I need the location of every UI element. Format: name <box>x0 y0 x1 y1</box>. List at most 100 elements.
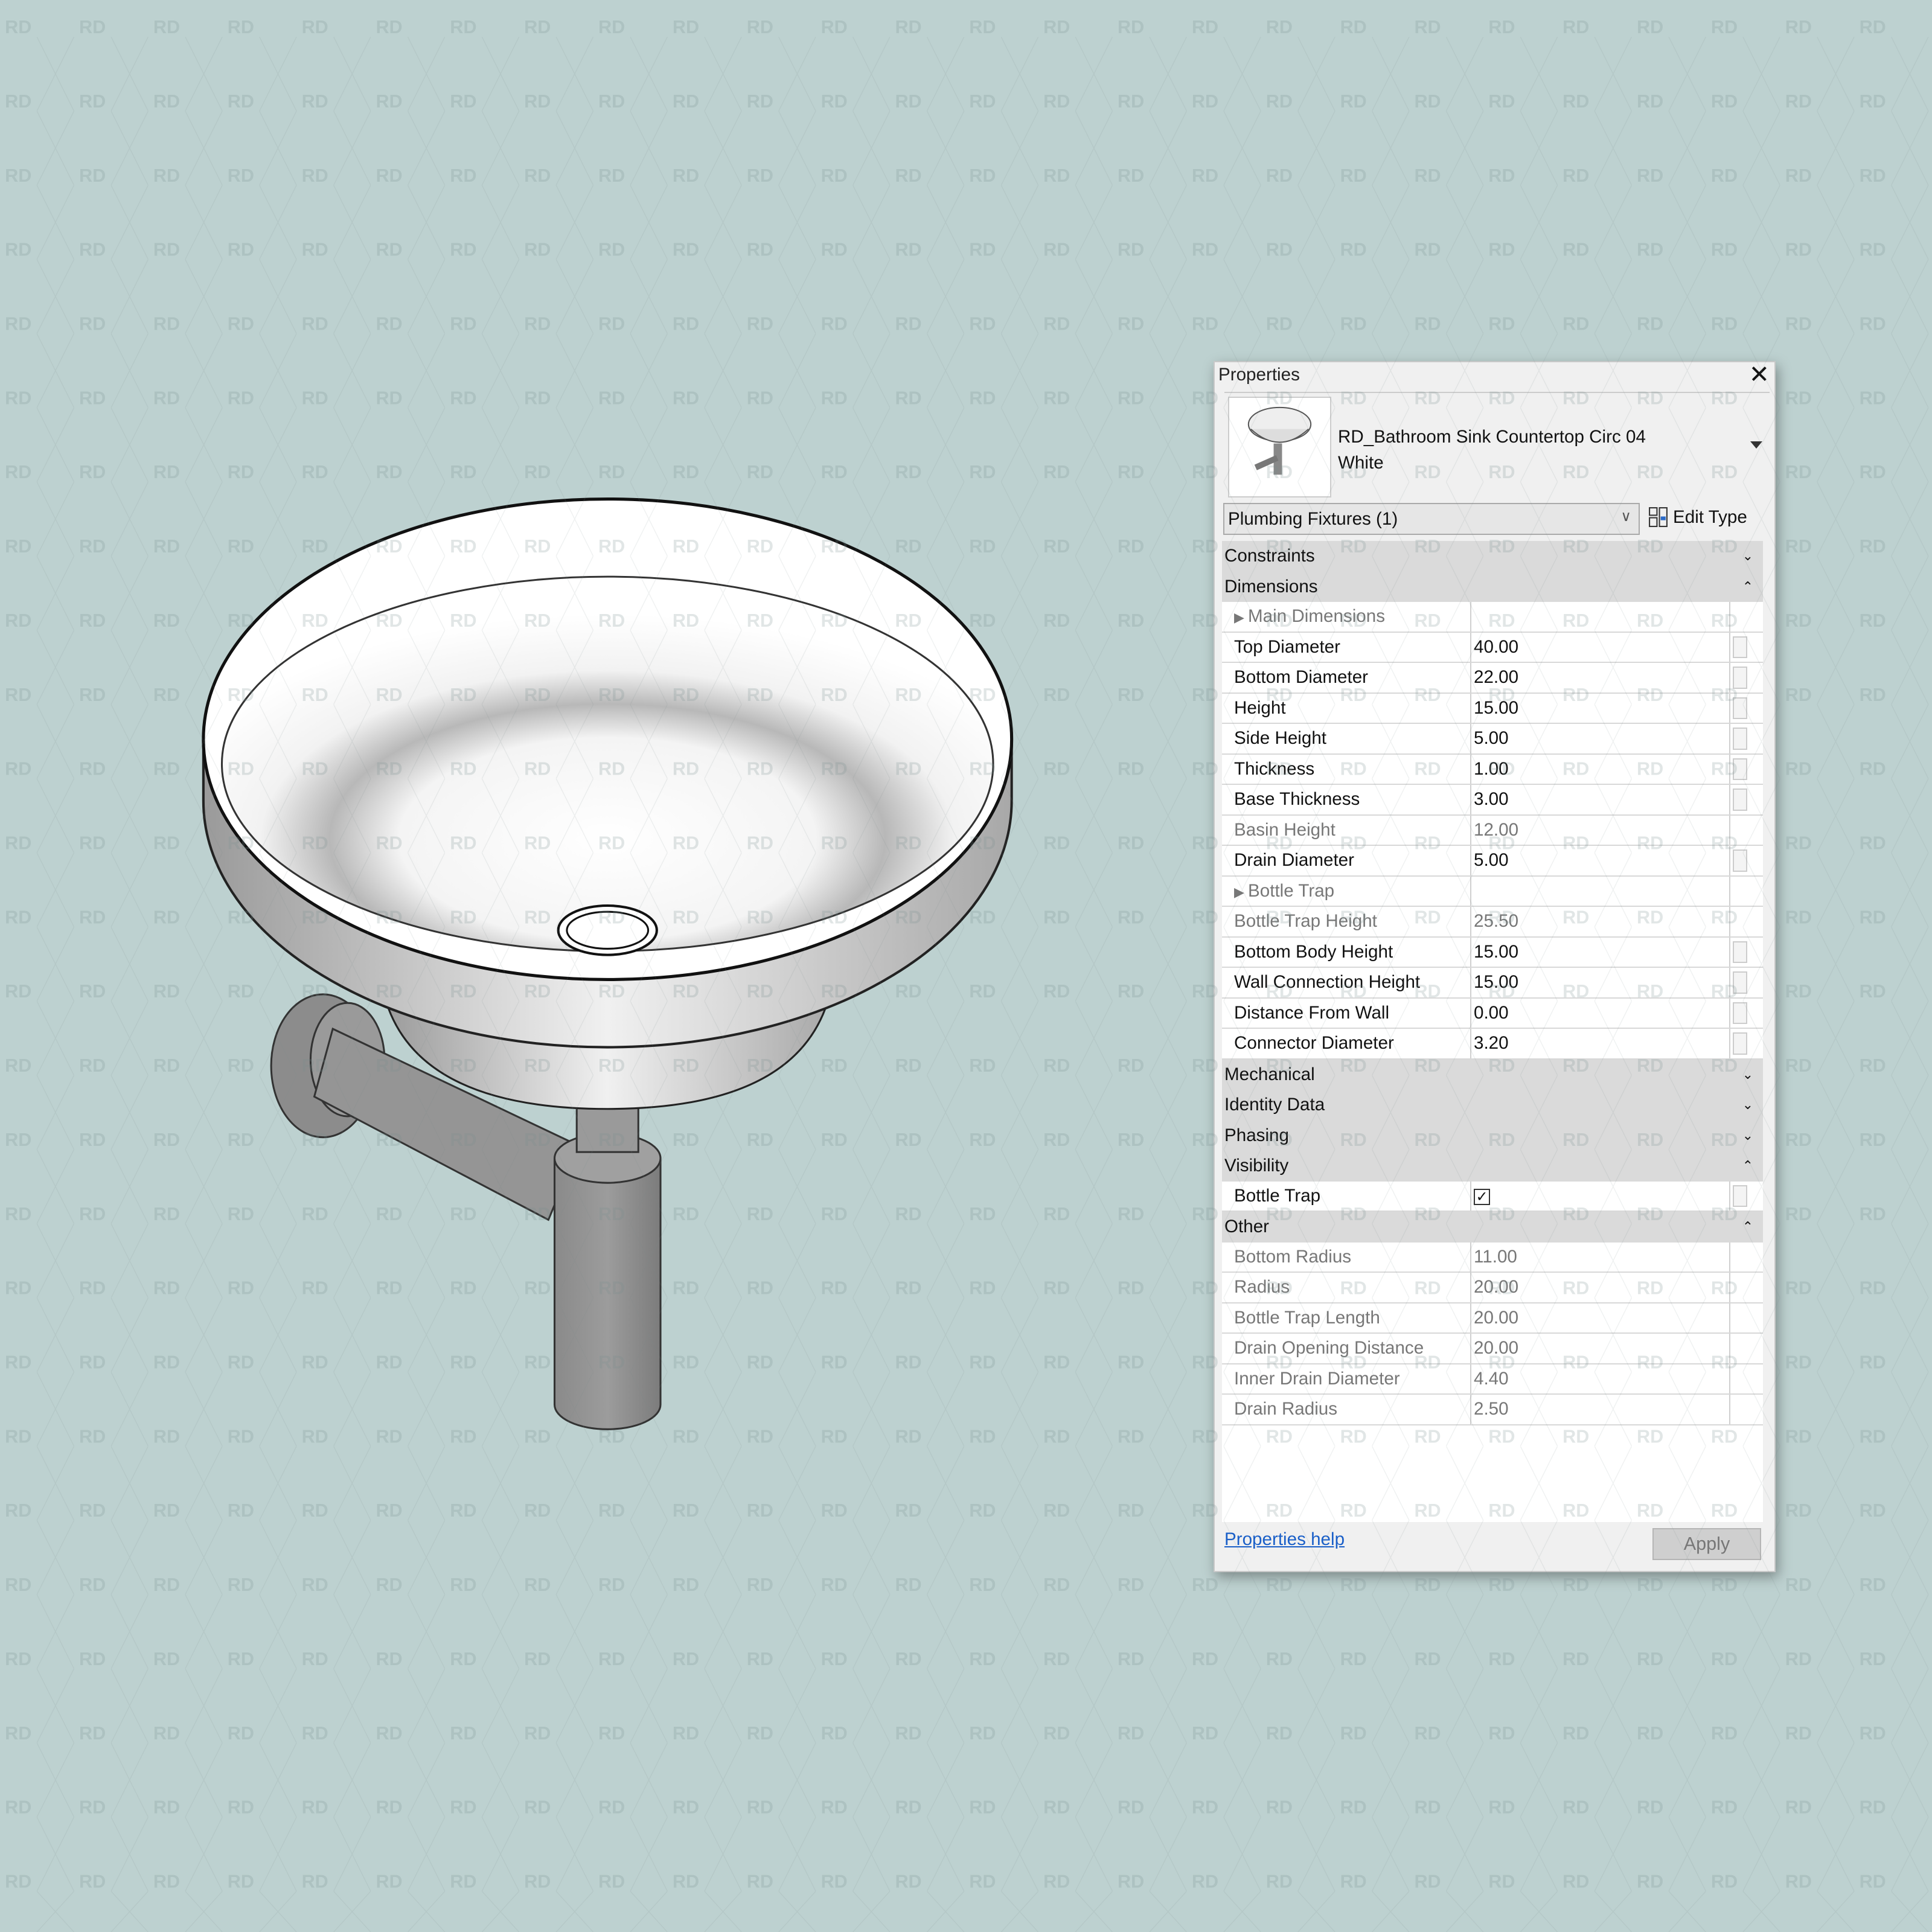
formula-button[interactable] <box>1733 697 1747 719</box>
apply-button[interactable]: Apply <box>1652 1528 1761 1560</box>
watermark-text: RD <box>1563 1723 1589 1744</box>
property-row[interactable]: Bottle Trap ✓ <box>1222 1181 1763 1212</box>
formula-button[interactable] <box>1733 849 1747 872</box>
property-value[interactable]: ✓ <box>1471 1181 1730 1211</box>
watermark-text: RD <box>1711 1797 1738 1818</box>
group-row[interactable]: ▶ Bottle Trap <box>1222 876 1763 907</box>
watermark-text: RD <box>1118 1723 1144 1744</box>
expand-icon[interactable]: ⌄ <box>1742 1060 1753 1089</box>
property-row[interactable]: Basin Height 12.00 <box>1222 815 1763 846</box>
property-row[interactable]: Height 15.00 <box>1222 693 1763 724</box>
property-row[interactable]: Bottle Trap Length 20.00 <box>1222 1303 1763 1334</box>
watermark-line <box>1149 927 1187 1002</box>
property-label-text: Bottle Trap <box>1234 1185 1321 1206</box>
property-value[interactable]: 40.00 <box>1471 632 1730 662</box>
property-row[interactable]: Base Thickness 3.00 <box>1222 785 1763 816</box>
property-row[interactable]: Bottle Trap Height 25.50 <box>1222 907 1763 938</box>
property-row[interactable]: Bottom Diameter 22.00 <box>1222 663 1763 694</box>
property-row[interactable]: Wall Connection Height 15.00 <box>1222 968 1763 999</box>
expand-icon[interactable]: ⌄ <box>1742 541 1753 571</box>
property-row[interactable]: Drain Radius 2.50 <box>1222 1395 1763 1425</box>
property-row[interactable]: Inner Drain Diameter 4.40 <box>1222 1364 1763 1395</box>
property-row[interactable]: Bottom Body Height 15.00 <box>1222 937 1763 968</box>
property-row[interactable]: Distance From Wall 0.00 <box>1222 998 1763 1029</box>
property-row[interactable]: Drain Diameter 5.00 <box>1222 846 1763 877</box>
checkbox[interactable]: ✓ <box>1474 1188 1490 1205</box>
watermark-text: RD <box>302 1723 328 1744</box>
watermark-line <box>1445 1594 1484 1669</box>
formula-button[interactable] <box>1733 971 1747 994</box>
type-dropdown-icon[interactable] <box>1750 441 1762 449</box>
watermark-text: RD <box>747 1649 773 1669</box>
watermark-text: RD <box>1785 165 1812 186</box>
formula-button[interactable] <box>1733 728 1747 750</box>
watermark-line <box>1149 1372 1187 1447</box>
group-row[interactable]: ▶ Main Dimensions <box>1222 602 1763 633</box>
sink-3d-model[interactable] <box>0 0 1109 1540</box>
collapse-icon[interactable]: ⌃ <box>1742 1151 1753 1180</box>
watermark-line <box>110 1668 149 1743</box>
property-row[interactable]: Bottom Radius 11.00 <box>1222 1242 1763 1273</box>
collapse-icon[interactable]: ⌃ <box>1742 1212 1753 1241</box>
property-value[interactable]: 5.00 <box>1471 846 1730 875</box>
section-mechanical[interactable]: Mechanical ⌄ <box>1222 1059 1763 1090</box>
property-label: Bottle Trap <box>1222 1181 1471 1211</box>
watermark-text: RD <box>1340 314 1367 334</box>
property-value[interactable]: 15.00 <box>1471 937 1730 967</box>
property-row[interactable]: Side Height 5.00 <box>1222 724 1763 755</box>
watermark-line <box>333 1668 371 1743</box>
watermark-line <box>1817 1817 1855 1892</box>
property-value[interactable]: 3.00 <box>1471 785 1730 814</box>
watermark-text: RD <box>450 1872 476 1892</box>
divider <box>1224 392 1770 393</box>
expand-icon[interactable]: ⌄ <box>1742 1121 1753 1150</box>
edit-type-button[interactable]: Edit Type <box>1648 507 1747 528</box>
property-value[interactable]: 1.00 <box>1471 754 1730 784</box>
formula-button[interactable] <box>1733 1002 1747 1024</box>
watermark-line <box>1891 482 1929 557</box>
property-row[interactable]: Connector Diameter 3.20 <box>1222 1029 1763 1060</box>
close-icon[interactable]: ✕ <box>1749 360 1770 389</box>
watermark-line <box>1891 852 1929 927</box>
section-phasing[interactable]: Phasing ⌄ <box>1222 1120 1763 1151</box>
formula-button[interactable] <box>1733 667 1747 689</box>
section-other[interactable]: Other ⌃ <box>1222 1212 1763 1243</box>
formula-button[interactable] <box>1733 1032 1747 1055</box>
watermark-text: RD <box>1860 1500 1886 1521</box>
type-selector[interactable]: RD_Bathroom Sink Countertop Circ 04 Whit… <box>1338 424 1700 476</box>
watermark-text: RD <box>1711 1649 1738 1669</box>
watermark-line <box>481 1817 520 1892</box>
property-row[interactable]: Drain Opening Distance 20.00 <box>1222 1334 1763 1364</box>
property-row[interactable]: Radius 20.00 <box>1222 1273 1763 1303</box>
watermark-line <box>1594 36 1633 111</box>
watermark-line <box>778 1817 816 1892</box>
property-value[interactable]: 3.20 <box>1471 1029 1730 1058</box>
formula-button[interactable] <box>1733 636 1747 658</box>
section-dimensions[interactable]: Dimensions ⌃ <box>1222 571 1763 602</box>
property-row[interactable]: Thickness 1.00 <box>1222 754 1763 785</box>
expand-triangle-icon[interactable]: ▶ <box>1234 610 1248 625</box>
watermark-line <box>1891 259 1929 334</box>
property-value[interactable]: 0.00 <box>1471 998 1730 1028</box>
section-constraints[interactable]: Constraints ⌄ <box>1222 541 1763 572</box>
formula-button[interactable] <box>1733 788 1747 811</box>
formula-button[interactable] <box>1733 941 1747 963</box>
collapse-icon[interactable]: ⌃ <box>1742 572 1753 601</box>
property-value[interactable]: 5.00 <box>1471 724 1730 753</box>
property-value[interactable]: 15.00 <box>1471 693 1730 723</box>
formula-button[interactable] <box>1733 1185 1747 1207</box>
watermark-text: RD <box>450 1797 476 1818</box>
watermark-line <box>1445 1668 1484 1743</box>
watermark-text: RD <box>895 1797 921 1818</box>
property-value[interactable]: 15.00 <box>1471 968 1730 997</box>
expand-triangle-icon[interactable]: ▶ <box>1234 884 1248 900</box>
section-visibility[interactable]: Visibility ⌃ <box>1222 1151 1763 1182</box>
section-identity-data[interactable]: Identity Data ⌄ <box>1222 1090 1763 1121</box>
category-filter-dropdown[interactable]: Plumbing Fixtures (1) ∨ <box>1223 503 1640 535</box>
properties-help-link[interactable]: Properties help <box>1224 1529 1345 1550</box>
expand-icon[interactable]: ⌄ <box>1742 1090 1753 1119</box>
property-row[interactable]: Top Diameter 40.00 <box>1222 632 1763 663</box>
formula-button[interactable] <box>1733 758 1747 780</box>
property-value[interactable]: 22.00 <box>1471 663 1730 693</box>
watermark-text: RD <box>1414 1575 1441 1595</box>
